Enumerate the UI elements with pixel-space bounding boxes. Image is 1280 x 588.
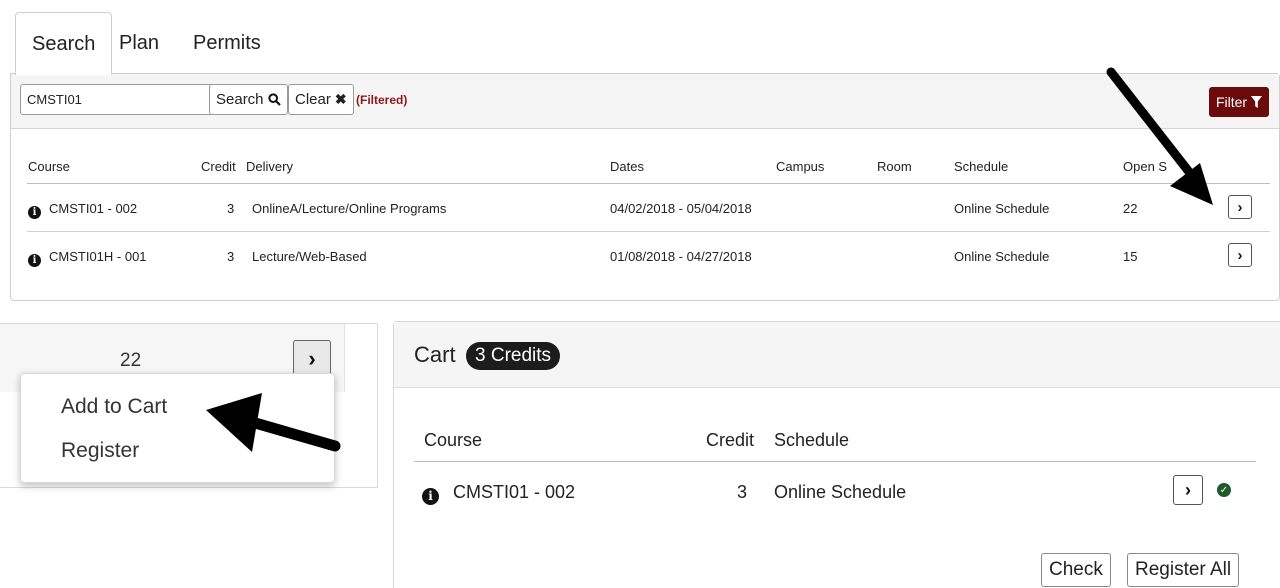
course-code: CMSTI01H - 001 bbox=[49, 249, 147, 264]
cart-credits-badge: 3 Credits bbox=[466, 342, 561, 370]
table-header-divider bbox=[27, 183, 1270, 184]
tab-plan[interactable]: Plan bbox=[103, 12, 175, 74]
search-button[interactable]: Search bbox=[209, 84, 288, 115]
clear-button[interactable]: Clear ✖ bbox=[288, 84, 354, 115]
column-header-room: Room bbox=[877, 159, 912, 174]
info-icon[interactable]: i bbox=[28, 254, 41, 267]
chevron-right-icon: › bbox=[1237, 246, 1243, 264]
filter-button-label: Filter bbox=[1215, 94, 1248, 110]
column-header-schedule: Schedule bbox=[954, 159, 1009, 174]
cart-row-actions-button[interactable]: › bbox=[1173, 475, 1203, 505]
chevron-right-icon: › bbox=[1237, 198, 1243, 216]
delivery-cell: OnlineA/Lecture/Online Programs bbox=[252, 201, 447, 216]
course-cell: i CMSTI01H - 001 bbox=[28, 249, 147, 267]
search-input[interactable] bbox=[20, 84, 217, 115]
open-seats-value: 22 bbox=[120, 350, 142, 371]
column-header-delivery: Delivery bbox=[246, 159, 293, 174]
search-panel: Search Clear ✖ (Filtered) Filter Course … bbox=[10, 73, 1280, 301]
tab-plan-label: Plan bbox=[119, 32, 160, 54]
cart-course-cell: i CMSTI01 - 002 bbox=[422, 482, 575, 505]
credit-cell: 3 bbox=[227, 201, 235, 216]
clear-button-label: Clear bbox=[295, 91, 331, 108]
tab-search-label: Search bbox=[32, 33, 96, 55]
column-header-credit: Credit bbox=[201, 159, 236, 174]
cart-header: Cart 3 Credits bbox=[394, 322, 1280, 388]
cart-header-divider bbox=[414, 461, 1256, 462]
search-toolbar: Search Clear ✖ (Filtered) Filter bbox=[11, 74, 1279, 129]
cart-column-header-schedule: Schedule bbox=[774, 430, 850, 450]
close-icon: ✖ bbox=[334, 91, 347, 107]
open-seats-cell: 22 bbox=[1123, 201, 1138, 216]
row-actions-menu: Add to Cart Register bbox=[20, 373, 335, 483]
cart-course-code: CMSTI01 - 002 bbox=[453, 482, 576, 502]
search-button-label: Search bbox=[216, 91, 264, 108]
tab-permits-label: Permits bbox=[193, 32, 261, 54]
check-circle-icon: ✓ bbox=[1217, 483, 1231, 497]
credit-cell: 3 bbox=[227, 249, 235, 264]
delivery-cell: Lecture/Web-Based bbox=[252, 249, 367, 264]
tab-search[interactable]: Search bbox=[15, 12, 113, 75]
dates-cell: 04/02/2018 - 05/04/2018 bbox=[610, 201, 752, 216]
check-button[interactable]: Check bbox=[1041, 553, 1111, 587]
filter-icon bbox=[1251, 96, 1263, 108]
row-divider bbox=[27, 231, 1270, 232]
menu-item-add-to-cart[interactable]: Add to Cart bbox=[61, 395, 167, 419]
course-code: CMSTI01 - 002 bbox=[49, 201, 138, 216]
cart-column-header-course: Course bbox=[424, 430, 483, 450]
filter-button[interactable]: Filter bbox=[1209, 87, 1269, 117]
column-header-campus: Campus bbox=[776, 159, 825, 174]
tab-permits[interactable]: Permits bbox=[177, 12, 277, 74]
course-cell: i CMSTI01 - 002 bbox=[28, 201, 137, 219]
filtered-indicator: (Filtered) bbox=[356, 93, 408, 107]
row-actions-button[interactable]: › bbox=[1228, 195, 1252, 219]
menu-item-register[interactable]: Register bbox=[61, 439, 139, 463]
cart-panel: Cart 3 Credits Course Credit Schedule iC… bbox=[393, 321, 1280, 588]
chevron-right-icon: › bbox=[1185, 479, 1191, 500]
open-seats-cell: 15 bbox=[1123, 249, 1138, 264]
info-icon[interactable]: i bbox=[422, 487, 439, 505]
cart-schedule-cell: Online Schedule bbox=[774, 482, 907, 502]
cart-title: Cart bbox=[414, 342, 456, 367]
cart-column-header-credit: Credit bbox=[706, 430, 755, 450]
chevron-right-icon: › bbox=[308, 346, 316, 371]
search-icon bbox=[267, 93, 281, 106]
cart-credit-cell: 3 bbox=[737, 482, 748, 502]
column-header-dates: Dates bbox=[610, 159, 644, 174]
schedule-cell: Online Schedule bbox=[954, 249, 1050, 264]
info-icon[interactable]: i bbox=[28, 206, 41, 219]
column-header-open-seats: Open S bbox=[1123, 159, 1168, 174]
register-all-button[interactable]: Register All bbox=[1127, 553, 1240, 587]
dates-cell: 01/08/2018 - 04/27/2018 bbox=[610, 249, 752, 264]
column-header-course: Course bbox=[28, 159, 70, 174]
schedule-cell: Online Schedule bbox=[954, 201, 1050, 216]
row-actions-button[interactable]: › bbox=[1228, 243, 1252, 267]
